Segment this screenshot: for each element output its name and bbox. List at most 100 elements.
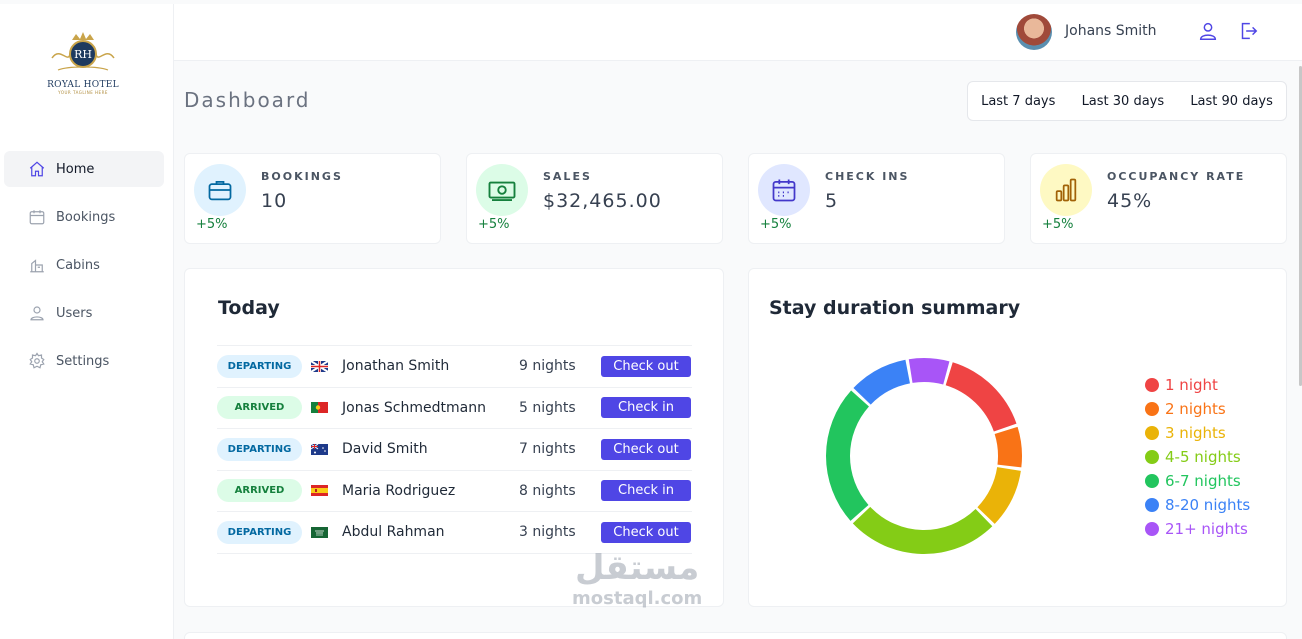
home-icon: [29, 161, 45, 177]
guest-name: Jonas Schmedtmann: [342, 399, 486, 416]
donut-slice-6-7-nights[interactable]: [826, 390, 869, 521]
hotel-logo[interactable]: RH ROYAL HOTEL YOUR TAGLINE HERE: [38, 30, 128, 104]
list-item: DEPARTING Jonathan Smith 9 nights Check …: [217, 346, 692, 388]
nights-count: 8 nights: [519, 482, 576, 499]
guest-name: David Smith: [342, 441, 428, 458]
stat-value: 45%: [1107, 190, 1153, 212]
nights-count: 5 nights: [519, 399, 576, 416]
logout-icon[interactable]: [1237, 20, 1259, 42]
sidebar-item-label: Bookings: [56, 209, 116, 225]
stat-value: 5: [825, 190, 839, 212]
status-badge: ARRIVED: [217, 396, 302, 420]
legend-item: 8-20 nights: [1145, 493, 1250, 517]
guest-name: Abdul Rahman: [342, 524, 445, 541]
bottom-card: [184, 632, 1287, 639]
account-icon[interactable]: [1197, 20, 1219, 42]
watermark: مستقل mostaql.com: [572, 548, 702, 609]
stat-card-occupancy-rate: OCCUPANCY RATE 45% +5%: [1030, 153, 1287, 244]
check-in-button[interactable]: Check in: [601, 397, 691, 419]
australia-flag-icon: [311, 443, 328, 455]
avatar[interactable]: [1016, 14, 1052, 50]
list-item: DEPARTING David Smith 7 nights Check out: [217, 429, 692, 471]
stay-duration-title: Stay duration summary: [769, 297, 1021, 319]
sidebar-item-users[interactable]: Users: [4, 295, 164, 331]
chart-bar-icon: [1055, 178, 1077, 202]
donut-slice-3-nights[interactable]: [977, 467, 1021, 524]
watermark-latin: mostaql.com: [572, 588, 703, 609]
check-out-button[interactable]: Check out: [601, 438, 691, 460]
sidebar-item-label: Home: [56, 161, 95, 177]
donut-slice-8-20-nights[interactable]: [853, 359, 910, 405]
calendar-days-icon: [772, 179, 796, 202]
spain-flag-icon: [311, 485, 328, 497]
legend-label: 21+ nights: [1165, 520, 1248, 538]
legend-dot: [1145, 474, 1159, 488]
legend-item: 6-7 nights: [1145, 469, 1250, 493]
today-title: Today: [218, 297, 280, 319]
banknotes-icon: [488, 181, 516, 201]
stat-card-sales: SALES $32,465.00 +5%: [466, 153, 723, 244]
filter-last-90-days[interactable]: Last 90 days: [1184, 90, 1279, 113]
legend-label: 4-5 nights: [1165, 448, 1241, 466]
status-badge: DEPARTING: [217, 520, 302, 544]
donut-slice-4-5-nights[interactable]: [852, 506, 993, 554]
sidebar-item-home[interactable]: Home: [4, 151, 164, 187]
list-item: ARRIVED Jonas Schmedtmann 5 nights Check…: [217, 388, 692, 429]
chart-legend: 1 night 2 nights 3 nights 4-5 nights 6-7 nig…: [1145, 373, 1250, 541]
sidebar-item-bookings[interactable]: Bookings: [4, 199, 164, 235]
cabin-icon: [30, 259, 44, 273]
watermark-arabic: مستقل: [574, 548, 700, 588]
sidebar-item-cabins[interactable]: Cabins: [4, 247, 164, 283]
guest-name: Jonathan Smith: [342, 358, 450, 375]
check-out-button[interactable]: Check out: [601, 355, 691, 377]
stat-change: +5%: [196, 217, 228, 232]
legend-dot: [1145, 402, 1159, 416]
filter-last-30-days[interactable]: Last 30 days: [1076, 90, 1171, 113]
status-badge: DEPARTING: [217, 437, 302, 461]
top-bar: Johans Smith: [174, 4, 1302, 61]
stat-label: CHECK INS: [825, 170, 910, 183]
list-item: ARRIVED Maria Rodriguez 8 nights Check i…: [217, 471, 692, 512]
sidebar-item-label: Cabins: [56, 257, 100, 273]
crown-emblem-icon: RH: [51, 32, 115, 71]
legend-label: 6-7 nights: [1165, 472, 1241, 490]
user-icon: [30, 306, 44, 321]
legend-label: 2 nights: [1165, 400, 1226, 418]
legend-dot: [1145, 498, 1159, 512]
donut-slice-2-nights[interactable]: [994, 426, 1022, 468]
legend-item: 21+ nights: [1145, 517, 1250, 541]
page-title: Dashboard: [184, 88, 311, 112]
stat-card-check-ins: CHECK INS 5 +5%: [748, 153, 1005, 244]
logo-monogram: RH: [74, 48, 92, 61]
stat-change: +5%: [1042, 217, 1074, 232]
status-badge: ARRIVED: [217, 479, 302, 503]
nights-count: 3 nights: [519, 524, 576, 541]
today-list: DEPARTING Jonathan Smith 9 nights Check …: [217, 345, 692, 554]
legend-label: 8-20 nights: [1165, 496, 1251, 514]
check-out-button[interactable]: Check out: [601, 521, 691, 543]
stat-change: +5%: [478, 217, 510, 232]
portugal-flag-icon: [311, 402, 328, 414]
logo-tagline: YOUR TAGLINE HERE: [58, 90, 108, 95]
check-in-button[interactable]: Check in: [601, 480, 691, 502]
logo-title: ROYAL HOTEL: [47, 80, 119, 90]
stay-duration-card: Stay duration summary 1 night 2 nights 3 n…: [748, 268, 1287, 607]
stat-change: +5%: [760, 217, 792, 232]
legend-dot: [1145, 378, 1159, 392]
stay-duration-donut-chart: [826, 358, 1022, 554]
user-name: Johans Smith: [1065, 23, 1157, 39]
sidebar: RH ROYAL HOTEL YOUR TAGLINE HERE Home Bo…: [0, 4, 174, 639]
donut-slice-21-nights[interactable]: [908, 358, 950, 385]
legend-item: 2 nights: [1145, 397, 1250, 421]
nights-count: 9 nights: [519, 358, 576, 375]
legend-item: 4-5 nights: [1145, 445, 1250, 469]
sidebar-item-settings[interactable]: Settings: [4, 343, 164, 379]
stat-card-bookings: BOOKINGS 10 +5%: [184, 153, 441, 244]
filter-last-7-days[interactable]: Last 7 days: [975, 90, 1061, 113]
calendar-icon: [29, 210, 45, 225]
stat-label: SALES: [543, 170, 592, 183]
status-badge: DEPARTING: [217, 354, 302, 378]
guest-name: Maria Rodriguez: [342, 482, 456, 499]
gear-icon: [29, 352, 45, 369]
donut-slice-1-night[interactable]: [945, 362, 1017, 432]
